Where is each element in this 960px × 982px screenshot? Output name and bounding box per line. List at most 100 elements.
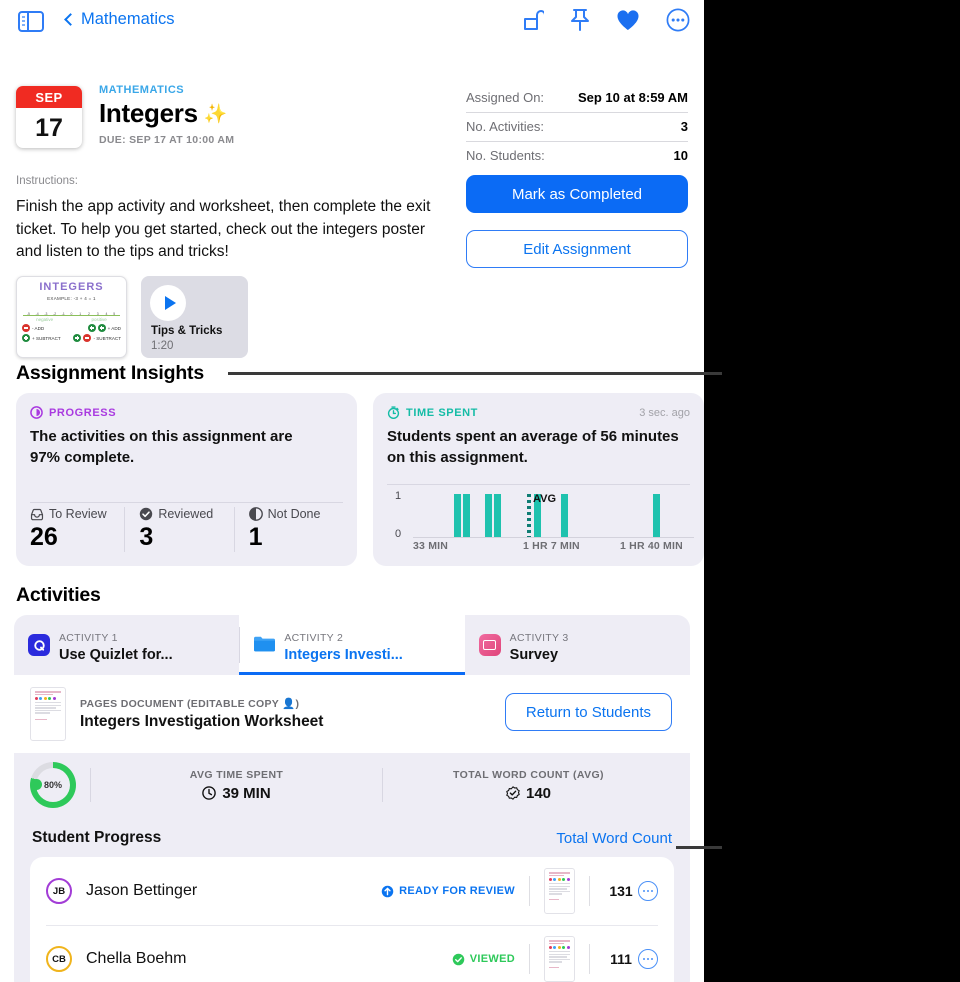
poster-rule-row: + SUBTRACT - SUBTRACT [17,332,126,342]
document-row: PAGES DOCUMENT (EDITABLE COPY 👤) Integer… [14,675,690,753]
meta-value: 10 [673,148,688,163]
progress-lead: The activities on this assignment are 97… [30,428,293,466]
table-row[interactable]: CB Chella Boehm VIEWED 111 [30,925,674,982]
tab-title: Use Quizlet for... [59,646,173,663]
inbox-icon [30,508,44,520]
assignment-detail-page: Mathematics SEP 17 MATHEMATICS Integers … [0,0,704,982]
viewed-icon [452,953,465,965]
student-list: JB Jason Bettinger READY FOR REVIEW 131 … [30,857,674,982]
insight-cards: PROGRESS The activities on this assignme… [16,393,704,566]
edit-assignment-button[interactable]: Edit Assignment [466,230,688,268]
stat-label: To Review [30,507,124,521]
time-spent-card: TIME SPENT 3 sec. ago Students spent an … [373,393,704,566]
meta-value: 3 [680,119,688,134]
folder-icon [253,634,276,656]
mark-as-completed-button[interactable]: Mark as Completed [466,175,688,213]
metric-value: 39 MIN [91,785,382,802]
metric-value: 140 [383,785,674,802]
activities-panel: ACTIVITY 1 Use Quizlet for... ACTIVITY 2… [14,615,690,982]
document-title: Integers Investigation Worksheet [80,713,324,730]
metric-word-count: TOTAL WORD COUNT (AVG) 140 [383,769,674,802]
meta-key: No. Students: [466,148,545,163]
positive-label: positive [91,317,107,322]
survey-icon [478,634,501,656]
badge-check-icon [506,786,520,800]
activities-heading: Activities [16,584,101,606]
time-spent-timestamp: 3 sec. ago [639,407,690,419]
tab-title: Integers Investi... [284,646,403,663]
tips-and-tricks-video[interactable]: Tips & Tricks 1:20 [141,276,248,358]
status-text: VIEWED [469,953,515,965]
tab-activity-1[interactable]: ACTIVITY 1 Use Quizlet for... [14,615,239,675]
back-button[interactable]: Mathematics [64,10,175,29]
sidebar-toggle-icon[interactable] [18,11,44,32]
submission-thumbnail[interactable] [544,936,575,982]
meta-key: No. Activities: [466,119,545,134]
progress-eyebrow: PROGRESS [30,406,116,419]
card-divider [30,502,343,503]
tab-activity-2[interactable]: ACTIVITY 2 Integers Investi... [239,615,465,675]
stat-label-text: Not Done [267,507,321,521]
table-row[interactable]: JB Jason Bettinger READY FOR REVIEW 131 [30,857,674,925]
tab-activity-3[interactable]: ACTIVITY 3 Survey [465,615,690,675]
attachments: INTEGERS EXAMPLE: -3 + 4 = 1 -5 -4 -3 -2 -1… [16,276,248,358]
quizlet-icon [28,634,50,656]
tab-number: ACTIVITY 3 [509,631,569,644]
chart-bar [653,494,661,537]
row-divider [589,876,590,906]
rule-item: - SUBTRACT [73,334,121,342]
metric-avg-time: AVG TIME SPENT 39 MIN [91,769,382,802]
poster-rule-row: - ADD + ADD [17,322,126,332]
document-kind: PAGES DOCUMENT (EDITABLE COPY 👤) [80,697,323,710]
unlock-icon[interactable] [522,8,544,32]
y-axis-label-min: 0 [395,528,402,540]
calendar-month: SEP [16,86,82,108]
more-icon[interactable] [666,8,690,32]
document-thumbnail[interactable] [30,687,66,741]
course-kicker: MATHEMATICS [99,84,185,96]
metric-value-text: 140 [525,784,552,802]
return-to-students-button[interactable]: Return to Students [504,693,672,731]
document-kind-text: PAGES DOCUMENT (EDITABLE COPY [80,698,283,710]
integers-poster-thumbnail[interactable]: INTEGERS EXAMPLE: -3 + 4 = 1 -5 -4 -3 -2 -1… [16,276,127,358]
back-label: Mathematics [81,10,175,28]
completion-ring: 80% [30,762,76,808]
x-axis-tick-1: 1 HR 7 MIN [523,540,580,552]
due-date-calendar: SEP 17 [16,86,82,148]
chart-bar [463,494,471,537]
meta-row: No. Activities: 3 [466,113,688,142]
word-count-value: 131 [609,883,633,899]
time-spent-chart: 1 0 AVG 33 MIN 1 HR 7 MIN 1 HR 40 MIN [387,488,694,554]
stat-not-done: Not Done 1 [233,507,343,552]
total-word-count-link[interactable]: Total Word Count [556,830,672,847]
metric-label: TOTAL WORD COUNT (AVG) [453,768,604,781]
row-more-icon[interactable] [638,881,658,901]
row-more-icon[interactable] [638,949,658,969]
stopwatch-icon [387,406,400,419]
stat-label-text: To Review [49,507,107,521]
person-icon: 👤 [282,698,296,710]
student-progress-title: Student Progress [32,829,162,846]
word-count-value: 111 [610,951,632,967]
document-text: PAGES DOCUMENT (EDITABLE COPY 👤) Integer… [80,697,323,731]
tab-text: ACTIVITY 3 Survey [510,628,569,663]
time-spent-lead: Students spent an average of 56 minutes … [387,428,679,466]
pin-icon[interactable] [570,8,590,32]
stat-value: 3 [139,523,154,551]
document-kind-suffix: ) [295,698,300,710]
video-duration: 1:20 [151,340,174,352]
stat-to-review: To Review 26 [30,507,124,552]
student-name: Jason Bettinger [86,882,198,899]
negative-label: negative [36,317,54,322]
student-progress-header: Student Progress Total Word Count [14,817,690,857]
tab-number: ACTIVITY 2 [284,631,344,644]
status-badge: VIEWED [452,953,515,966]
x-axis-tick-2: 1 HR 40 MIN [620,540,683,552]
tab-title: Survey [509,646,559,663]
heart-icon[interactable] [616,9,640,31]
nav-actions [522,8,690,32]
play-icon[interactable] [150,285,186,321]
submission-thumbnail[interactable] [544,868,575,914]
progress-eyebrow-text: PROGRESS [49,406,117,419]
time-spent-eyebrow-text: TIME SPENT [406,406,479,419]
